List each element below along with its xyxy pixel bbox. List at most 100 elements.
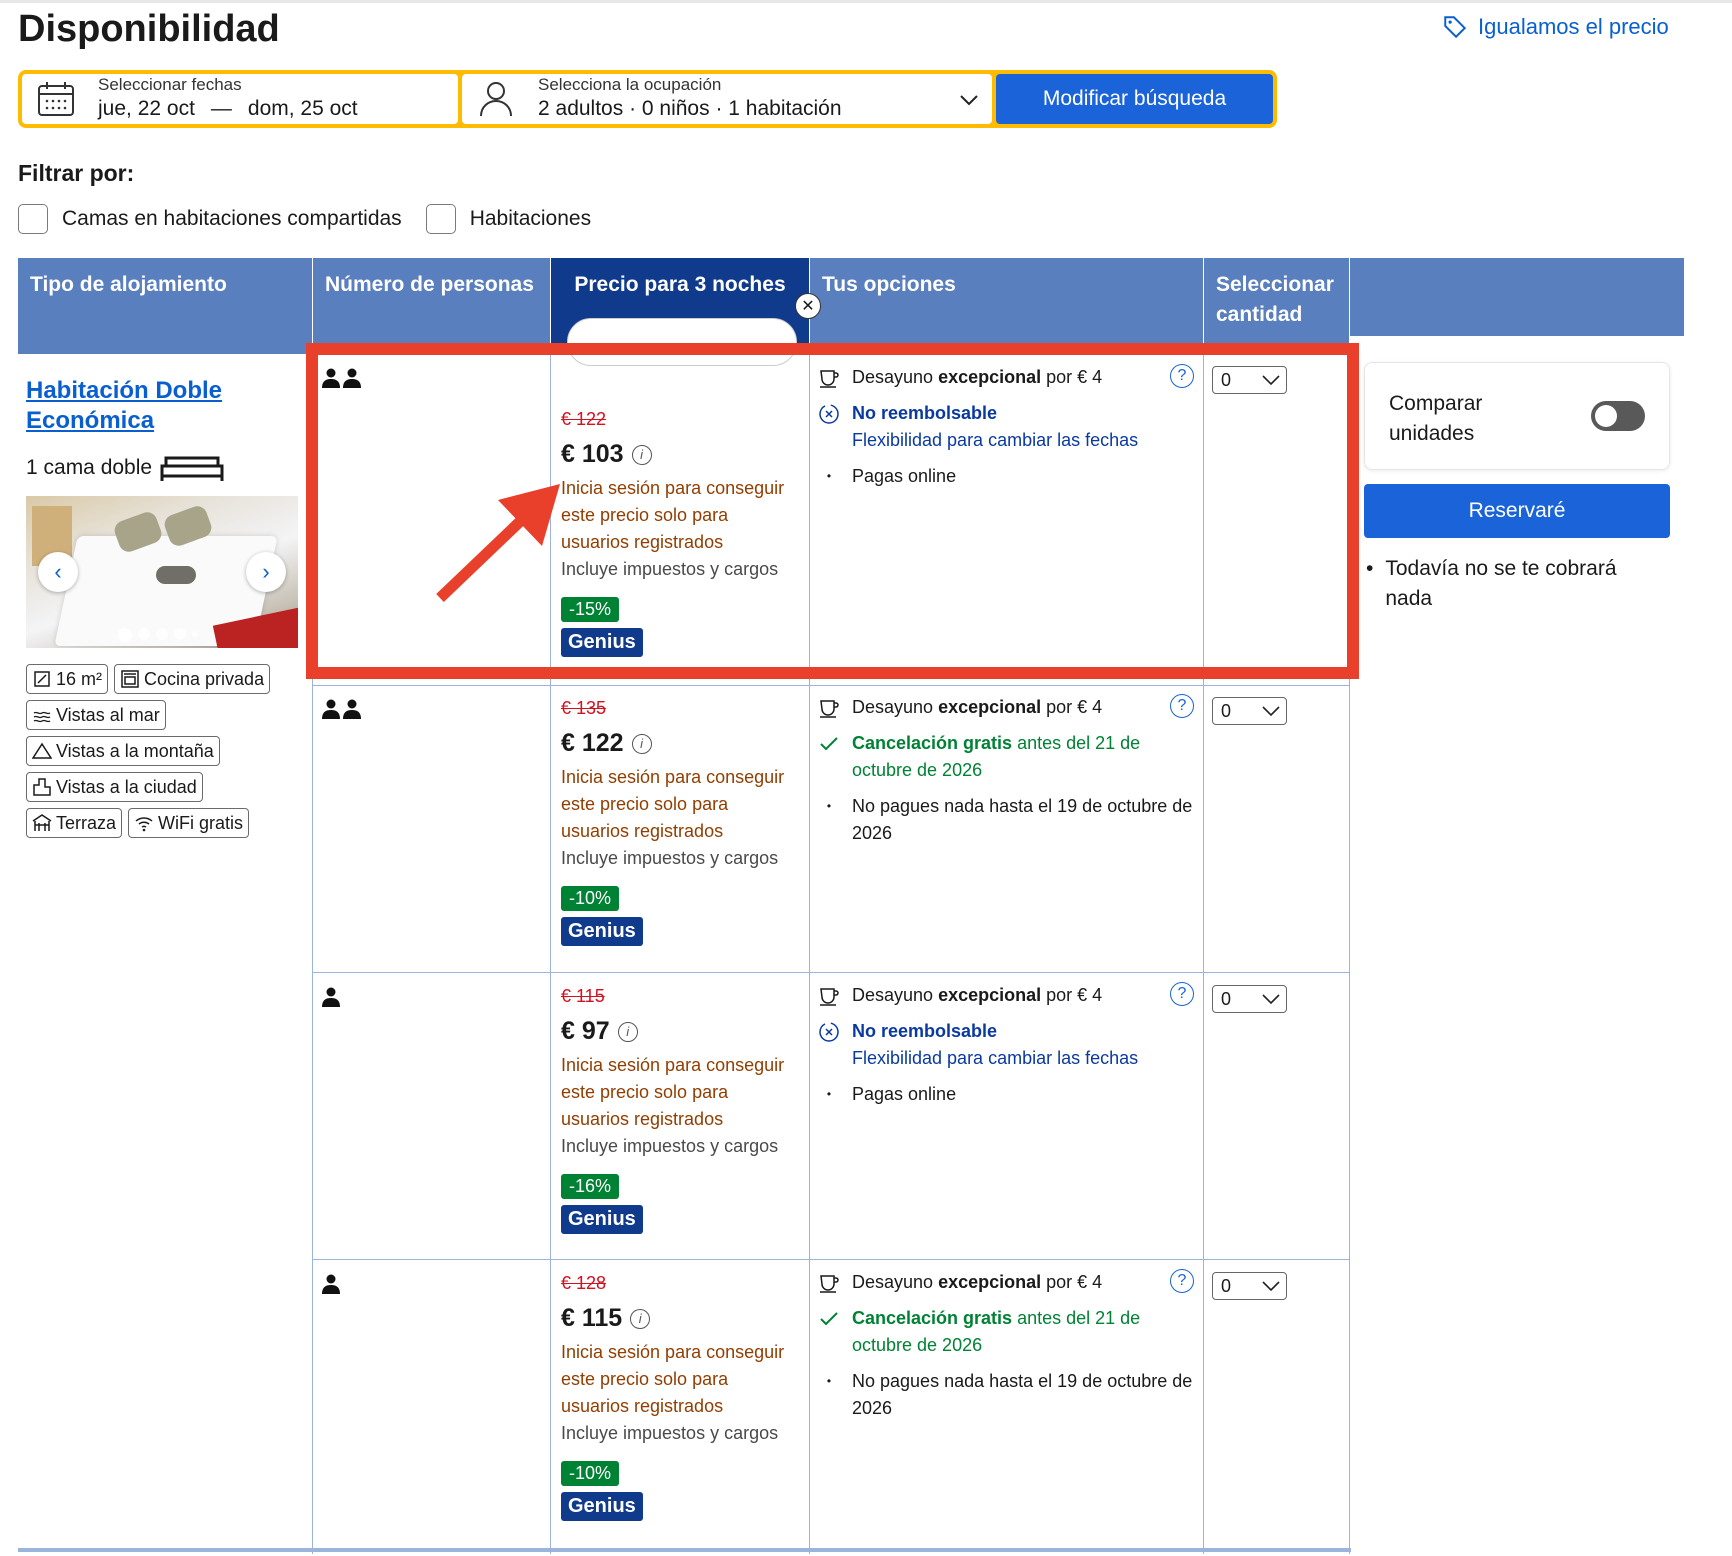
help-icon[interactable]: ? (1170, 1269, 1194, 1293)
breakfast-text: Desayuno excepcional por € 4 (852, 694, 1102, 721)
login-note: Inicia sesión para conseguir este precio… (561, 1055, 785, 1129)
photo-dot[interactable] (174, 628, 186, 640)
payment-option: • No pagues nada hasta el 19 de octubre … (818, 793, 1198, 847)
person-icon (322, 1274, 340, 1294)
facility-label: Vistas a la ciudad (56, 777, 197, 797)
discount-badge: -10% (561, 886, 620, 911)
policy-text: Cancelación gratis antes del 21 de octub… (852, 730, 1198, 784)
policy-text: No reembolsable Flexibilidad para cambiar… (852, 1018, 1138, 1072)
facility-badge: Vistas al mar (26, 700, 166, 730)
breakfast-pre: Desayuno (852, 1272, 939, 1292)
policy-option: Cancelación gratis antes del 21 de octub… (818, 1305, 1198, 1359)
occupancy-value: 2 adultos · 0 niños · 1 habitación (538, 97, 842, 120)
compare-units-card: Comparar unidades (1364, 362, 1670, 470)
photo-prev-button[interactable]: ‹ (38, 552, 78, 592)
photo-next-button[interactable]: › (246, 552, 286, 592)
checkbox[interactable] (18, 204, 48, 234)
price-value: € 115 (561, 1304, 623, 1332)
quantity-value: 0 (1221, 988, 1232, 1009)
facility-badge: 16 m² (26, 664, 109, 694)
table-bottom-border (18, 1548, 1351, 1552)
occupancy-icons (322, 1274, 340, 1294)
filter-rooms[interactable]: Habitaciones (425, 204, 591, 234)
current-price: € 122 i (561, 729, 801, 758)
info-icon[interactable]: i (617, 1021, 638, 1042)
bed-label: 1 cama doble (26, 456, 153, 479)
header-options: Tus opciones (810, 258, 1203, 354)
payment-text: No pagues nada hasta el 19 de octubre de… (852, 1371, 1193, 1418)
help-icon[interactable]: ? (1170, 982, 1194, 1006)
tax-note: Incluye impuestos y cargos (561, 1423, 779, 1443)
room-name-link[interactable]: Habitación Doble Económica (26, 376, 313, 436)
photo-content (156, 566, 196, 584)
breakfast-bold: excepcional (938, 697, 1042, 717)
oven-icon (121, 670, 139, 688)
room-photo[interactable]: ‹ › (26, 496, 298, 648)
chevron-down-icon (1262, 994, 1280, 1005)
chevron-down-icon (1262, 706, 1280, 717)
tax-note: Incluye impuestos y cargos (561, 848, 779, 868)
bullet: • (1366, 557, 1374, 580)
info-icon[interactable]: i (631, 733, 652, 754)
payment-text: No pagues nada hasta el 19 de octubre de… (852, 796, 1193, 843)
row-divider (312, 685, 1350, 686)
modify-search-button[interactable]: Modificar búsqueda (996, 74, 1273, 124)
price-match-link[interactable]: Igualamos el precio (1442, 14, 1669, 40)
breakfast-bold: excepcional (938, 985, 1042, 1005)
compare-toggle[interactable] (1591, 401, 1645, 431)
reserve-button[interactable]: Reservaré (1364, 484, 1670, 538)
filter-shared-beds[interactable]: Camas en habitaciones compartidas (18, 204, 402, 234)
breakfast-pre: Desayuno (852, 697, 939, 717)
date-picker[interactable]: Seleccionar fechas jue, 22 oct — dom, 25 o… (22, 74, 458, 124)
info-icon[interactable]: i (630, 1308, 651, 1329)
checkbox[interactable] (425, 204, 456, 234)
policy-extra: Flexibilidad para cambiar las fechas (852, 1048, 1139, 1068)
facility-label: 16 m² (56, 669, 103, 689)
person-icon (322, 987, 340, 1007)
facility-badge: WiFi gratis (128, 808, 250, 838)
original-price: € 135 (561, 698, 607, 718)
original-price: € 128 (561, 1273, 607, 1293)
tag-icon (1444, 16, 1467, 39)
breakfast-bold: excepcional (938, 1272, 1042, 1292)
photo-dot[interactable] (156, 628, 168, 640)
photo-dot[interactable] (118, 628, 132, 642)
city-view-icon (33, 778, 51, 796)
occupancy-picker[interactable]: Selecciona la ocupación 2 adultos · 0 ni… (462, 74, 992, 124)
breakfast-text: Desayuno excepcional por € 4 (852, 982, 1102, 1009)
occupancy-label: Selecciona la ocupación (538, 75, 722, 94)
help-icon[interactable]: ? (1170, 694, 1194, 718)
filter-title: Filtrar por: (18, 160, 135, 186)
terrace-icon (32, 814, 52, 831)
coffee-cup-icon (820, 988, 839, 1006)
policy-option: Cancelación gratis antes del 21 de octub… (818, 730, 1198, 784)
quantity-select[interactable]: 0 (1212, 985, 1287, 1013)
price-match-label: Igualamos el precio (1478, 14, 1669, 39)
price-cell: € 115 € 97 i Inicia sesión para conseguir… (561, 985, 801, 1234)
reserve-note: • Todavía no se te cobrará nada (1366, 554, 1666, 614)
options-cell: Desayuno excepcional por € 4 Cancelación… (818, 1269, 1198, 1422)
facility-badge: Vistas a la ciudad (26, 772, 203, 802)
breakfast-text: Desayuno excepcional por € 4 (852, 1269, 1102, 1296)
facility-label: Vistas al mar (56, 705, 160, 725)
facilities-list: 16 m² Cocina privada Vistas al mar Vista… (26, 664, 296, 838)
discount-badge: -10% (561, 1461, 620, 1486)
checkout-date: dom, 25 oct (247, 97, 358, 120)
breakfast-pre: Desayuno (852, 985, 939, 1005)
payment-text: Pagas online (852, 1084, 957, 1104)
person-icon (343, 699, 361, 719)
photo-dot[interactable] (192, 631, 198, 637)
quantity-select[interactable]: 0 (1212, 697, 1287, 725)
photo-dot[interactable] (138, 628, 150, 640)
breakfast-option: Desayuno excepcional por € 4 (818, 1269, 1198, 1296)
annotation-arrow-icon (436, 484, 560, 602)
genius-badge: Genius (561, 1492, 643, 1521)
facility-badge: Terraza (26, 808, 123, 838)
breakfast-option: Desayuno excepcional por € 4 (818, 982, 1198, 1009)
room-size-icon (34, 671, 50, 687)
quantity-select[interactable]: 0 (1212, 1272, 1287, 1300)
search-bar: Seleccionar fechas jue, 22 oct — dom, 25 o… (18, 70, 1277, 128)
quantity-value: 0 (1221, 1275, 1232, 1296)
checkmark-icon (820, 1312, 838, 1326)
close-icon[interactable]: ✕ (795, 293, 821, 319)
